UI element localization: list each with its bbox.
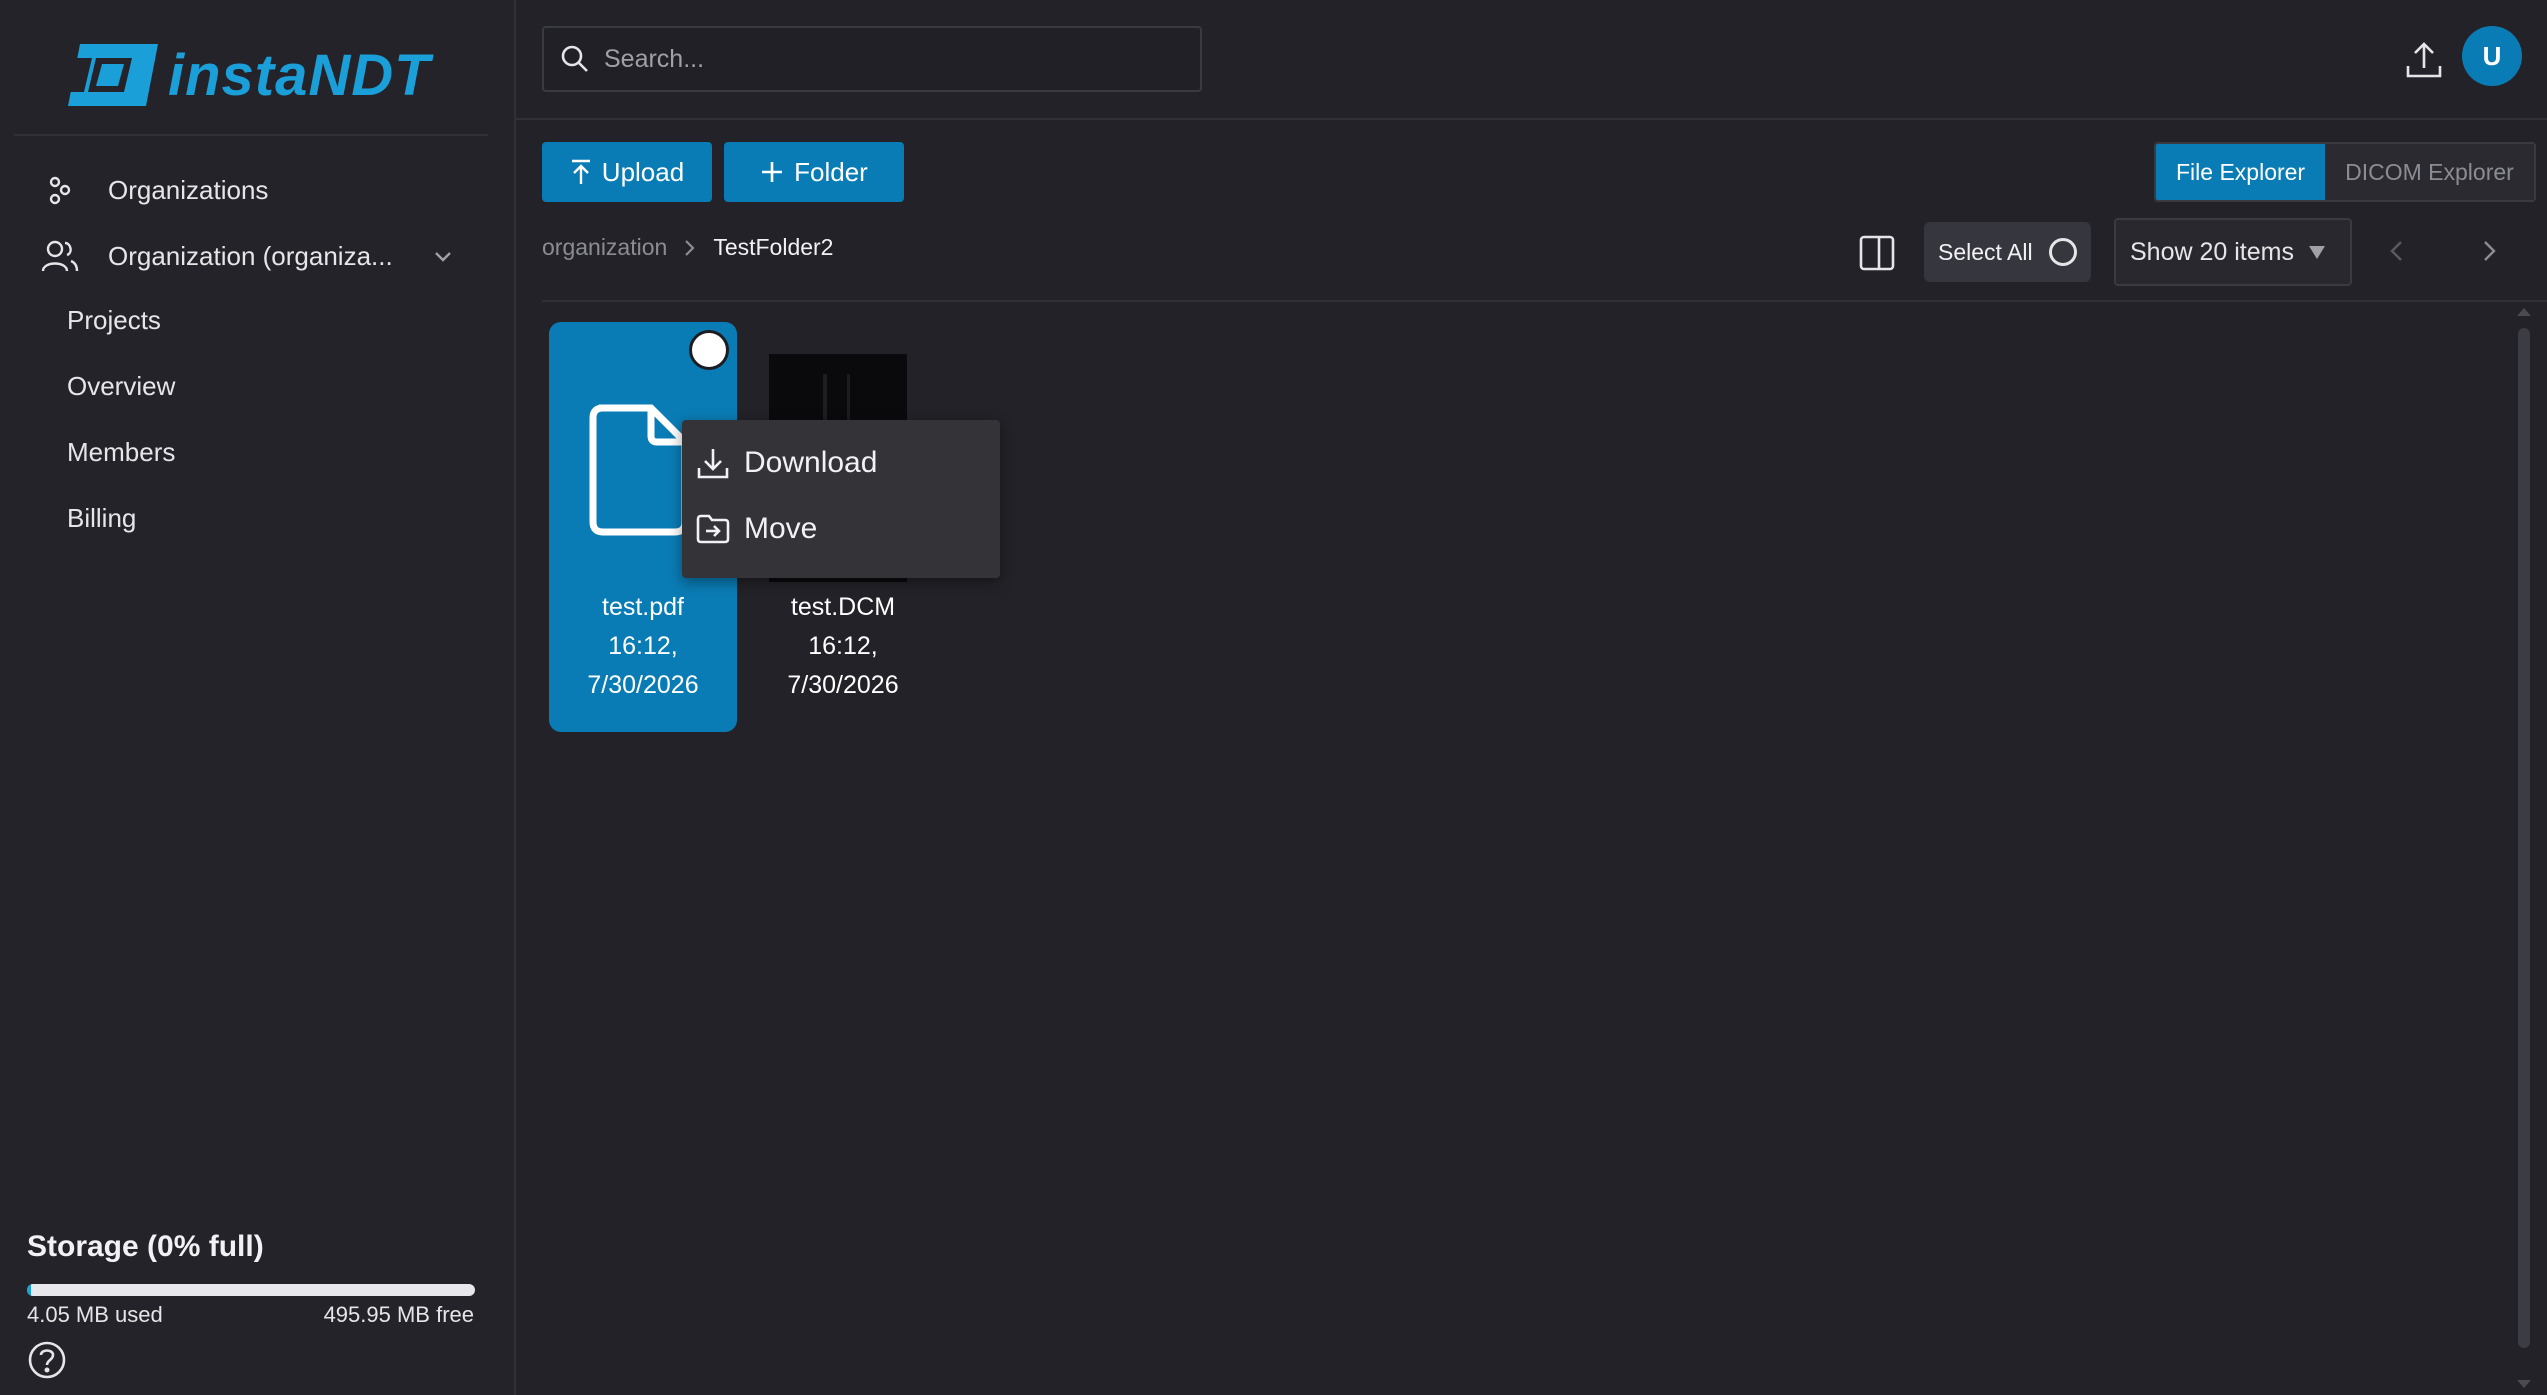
- file-time: 16:12,: [808, 632, 878, 660]
- tab-dicom-explorer[interactable]: DICOM Explorer: [2325, 144, 2534, 200]
- chevron-right-icon: [685, 239, 695, 256]
- menu-item-download[interactable]: Download: [696, 446, 877, 480]
- logo-text: instaNDT: [168, 42, 431, 108]
- sidebar-item-members[interactable]: Members: [67, 437, 175, 468]
- move-folder-icon: [696, 514, 730, 544]
- file-date: 7/30/2026: [787, 671, 899, 699]
- search-box[interactable]: [542, 26, 1202, 92]
- download-icon: [697, 449, 729, 479]
- file-select-toggle[interactable]: [689, 330, 729, 370]
- sidebar-item-label: Organizations: [108, 174, 269, 205]
- content-divider: [542, 300, 2547, 302]
- chevron-down-icon[interactable]: [428, 242, 458, 272]
- file-date: 7/30/2026: [587, 671, 699, 699]
- next-page-icon[interactable]: [2474, 236, 2504, 266]
- top-bar: U: [516, 0, 2547, 120]
- sidebar-divider: [14, 134, 488, 136]
- context-menu: Download Move: [682, 420, 1000, 578]
- logo-icon: [68, 44, 158, 106]
- items-per-page-select[interactable]: Show 20 items: [2114, 218, 2352, 286]
- upload-icon[interactable]: [2402, 38, 2446, 82]
- sidebar: instaNDT Organizations Organization (org…: [0, 0, 516, 1395]
- search-icon: [561, 45, 588, 72]
- select-circle-icon: [2048, 238, 2077, 266]
- items-per-page-label: Show 20 items: [2130, 237, 2294, 266]
- upload-button[interactable]: Upload: [542, 142, 712, 202]
- previous-page-icon[interactable]: [2382, 236, 2412, 266]
- breadcrumb-root[interactable]: organization: [542, 234, 667, 261]
- app-logo[interactable]: instaNDT: [62, 38, 431, 112]
- file-name: test.pdf: [602, 593, 684, 621]
- users-icon: [40, 236, 80, 276]
- menu-item-label: Download: [744, 446, 878, 479]
- plus-icon: [762, 162, 783, 182]
- tab-file-explorer[interactable]: File Explorer: [2156, 144, 2326, 200]
- caret-down-icon: [2308, 246, 2325, 259]
- menu-item-move[interactable]: Move: [696, 512, 817, 546]
- storage-bar: [27, 1284, 475, 1296]
- sidebar-item-label: Organization (organiza...: [108, 240, 393, 271]
- upload-arrow-icon: [571, 159, 590, 184]
- select-all-button[interactable]: Select All: [1924, 222, 2091, 282]
- sidebar-item-overview[interactable]: Overview: [67, 371, 175, 402]
- scroll-thumb[interactable]: [2518, 328, 2530, 1348]
- sidebar-item-organization[interactable]: Organization (organiza...: [40, 236, 393, 276]
- help-icon[interactable]: [27, 1340, 67, 1380]
- breadcrumb: organization TestFolder2: [542, 234, 833, 261]
- scroll-up-icon[interactable]: [2517, 308, 2531, 316]
- new-folder-button[interactable]: Folder: [724, 142, 904, 202]
- avatar[interactable]: U: [2462, 26, 2522, 86]
- scrollbar[interactable]: [2514, 308, 2534, 1388]
- select-all-label: Select All: [1938, 238, 2033, 265]
- menu-item-label: Move: [744, 512, 818, 545]
- file-icon: [589, 404, 689, 536]
- breadcrumb-current: TestFolder2: [713, 234, 834, 260]
- side-panel-icon[interactable]: [1858, 234, 1896, 272]
- organizations-icon: [40, 170, 80, 210]
- scroll-down-icon[interactable]: [2517, 1380, 2531, 1388]
- sidebar-item-billing[interactable]: Billing: [67, 503, 136, 534]
- sidebar-item-projects[interactable]: Projects: [67, 305, 161, 336]
- search-input[interactable]: [604, 44, 1200, 74]
- storage-free: 495.95 MB free: [323, 1302, 474, 1327]
- view-toggle: File Explorer DICOM Explorer: [2154, 142, 2536, 202]
- file-time: 16:12,: [608, 632, 678, 660]
- storage-used: 4.05 MB used: [27, 1302, 163, 1327]
- folder-button-label: Folder: [794, 156, 868, 187]
- storage-fill: [27, 1284, 31, 1296]
- file-name: test.DCM: [790, 593, 896, 621]
- storage-title: Storage (0% full): [27, 1230, 264, 1263]
- upload-button-label: Upload: [601, 156, 685, 187]
- sidebar-item-organizations[interactable]: Organizations: [40, 170, 268, 210]
